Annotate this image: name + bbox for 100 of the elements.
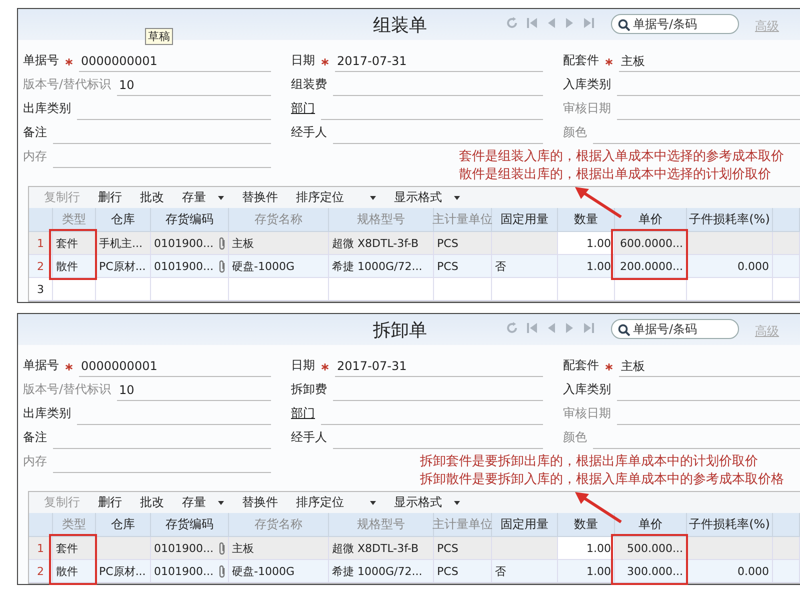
toolbar-button[interactable]: 批改: [131, 189, 173, 206]
table-cell: 1.00: [558, 232, 615, 255]
toolbar-button[interactable]: 删行: [89, 494, 131, 511]
triangle-right-icon[interactable]: [565, 322, 574, 334]
toolbar-button[interactable]: 显示格式: [385, 494, 469, 511]
refresh-icon[interactable]: [506, 17, 518, 29]
column-header[interactable]: 仓库: [96, 513, 151, 537]
table-cell: PCS: [434, 232, 492, 255]
field-link[interactable]: 部门: [291, 100, 315, 120]
field-label: 内存: [23, 453, 47, 470]
caret-icon: [370, 500, 376, 504]
table-cell: PC原材...: [96, 255, 151, 278]
table-cell: PCS: [434, 537, 492, 560]
table-cell: 手机主...: [96, 232, 151, 255]
field-label: 配套件: [563, 52, 599, 69]
search-field[interactable]: 单据号/条码: [611, 319, 739, 339]
toolbar-button[interactable]: 显示格式: [385, 189, 469, 206]
table-cell: 0.000: [687, 560, 773, 583]
search-icon: [618, 19, 630, 31]
paperclip-icon[interactable]: [219, 564, 225, 578]
window-title: 组装单: [373, 14, 427, 37]
column-header[interactable]: 子件损耗率(%): [687, 513, 773, 537]
table-cell: 超微 X8DTL-3f-B: [329, 232, 434, 255]
field-label: 日期: [291, 357, 315, 374]
annotation-text: 套件是组装入库的，根据入单成本中选择的参考成本取价: [459, 148, 784, 166]
toolbar-button[interactable]: 替换件: [233, 189, 287, 206]
column-header[interactable]: 数量: [558, 208, 615, 232]
table-cell-text: 0101900...: [154, 564, 214, 578]
caret-icon: [454, 196, 460, 200]
triangle-left-icon[interactable]: [547, 322, 556, 334]
table-cell: PCS: [434, 255, 492, 278]
table-cell: 1.00: [558, 560, 615, 583]
field-label: 审核日期: [563, 100, 611, 117]
table-cell: 500.000...: [615, 537, 687, 560]
toolbar-button[interactable]: 排序定位: [287, 494, 385, 511]
toolbar-button[interactable]: 存量: [173, 494, 233, 511]
row-number: 3: [29, 278, 53, 301]
annotation-text: 拆卸套件是要拆卸出库的，根据出库单成本中的计划价取价: [420, 453, 759, 471]
input-field[interactable]: 0000000001: [79, 54, 271, 72]
table-cell: 0.000: [687, 255, 773, 278]
caret-icon: [218, 196, 224, 200]
table-cell: 主板: [229, 537, 329, 560]
column-header[interactable]: 仓库: [96, 208, 151, 232]
input-field[interactable]: 2017-07-31: [335, 359, 543, 377]
table-cell: 希捷 1000G/72...: [329, 560, 434, 583]
search-field[interactable]: 单据号/条码: [611, 14, 739, 34]
row-number: 1: [29, 537, 53, 560]
column-header[interactable]: 单价: [615, 513, 687, 537]
column-header[interactable]: 单价: [615, 208, 687, 232]
toolbar-button[interactable]: 删行: [89, 189, 131, 206]
field-label: 经手人: [291, 429, 327, 446]
row-number: 1: [29, 232, 53, 255]
table-cell: 希捷 1000G/72...: [329, 255, 434, 278]
skip-start-icon[interactable]: [527, 17, 538, 29]
column-header[interactable]: 数量: [558, 513, 615, 537]
input-field[interactable]: 主板: [619, 54, 800, 72]
header-cell: [773, 513, 800, 537]
table-cell: PC原材...: [96, 560, 151, 583]
header-cell: [29, 513, 53, 537]
field-label: 出库类别: [23, 405, 71, 422]
table-cell: 300.000...: [615, 560, 687, 583]
table-cell: 散件: [53, 255, 96, 278]
table-cell: 1.00: [558, 537, 615, 560]
paperclip-icon[interactable]: [219, 260, 225, 272]
triangle-right-icon[interactable]: [565, 17, 574, 29]
skip-end-icon[interactable]: [583, 322, 594, 334]
window-title: 拆卸单: [373, 319, 427, 342]
column-header[interactable]: 存货编码: [151, 513, 229, 537]
input-field[interactable]: 0000000001: [79, 359, 271, 377]
field-label: 组装费: [291, 76, 327, 93]
table-cell: PCS: [434, 560, 492, 583]
annotation-text: 散件是组装出库的，根据出单成本中选择的计划价取价: [459, 166, 772, 184]
toolbar-button[interactable]: 替换件: [233, 494, 287, 511]
field-label: 单据号: [23, 357, 59, 374]
input-field[interactable]: 主板: [619, 359, 800, 377]
input-field[interactable]: 2017-07-31: [335, 54, 543, 72]
toolbar-button[interactable]: 排序定位: [287, 189, 385, 206]
field-link[interactable]: 部门: [291, 405, 315, 425]
column-header[interactable]: 子件损耗率(%): [687, 208, 773, 232]
toolbar-button[interactable]: 存量: [173, 189, 233, 206]
caret-icon: [370, 196, 376, 200]
skip-start-icon[interactable]: [527, 322, 538, 334]
table-cell: 散件: [53, 560, 96, 583]
triangle-left-icon[interactable]: [547, 17, 556, 29]
caret-icon: [218, 500, 224, 504]
table-cell: 套件: [53, 537, 96, 560]
table-cell-text: 0101900...: [154, 260, 214, 272]
toolbar-button[interactable]: 批改: [131, 494, 173, 511]
table-cell-text: 0101900...: [154, 236, 214, 250]
column-header[interactable]: 存货编码: [151, 208, 229, 232]
field-label: 出库类别: [23, 100, 71, 117]
skip-end-icon[interactable]: [583, 17, 594, 29]
column-header[interactable]: 固定用量: [492, 513, 558, 537]
refresh-icon[interactable]: [506, 322, 518, 334]
table-cell: 600.0000...: [615, 232, 687, 255]
field-label: 入库类别: [563, 381, 611, 398]
column-header[interactable]: 固定用量: [492, 208, 558, 232]
field-label: 审核日期: [563, 405, 611, 422]
paperclip-icon[interactable]: [219, 542, 225, 554]
paperclip-icon[interactable]: [219, 236, 225, 250]
